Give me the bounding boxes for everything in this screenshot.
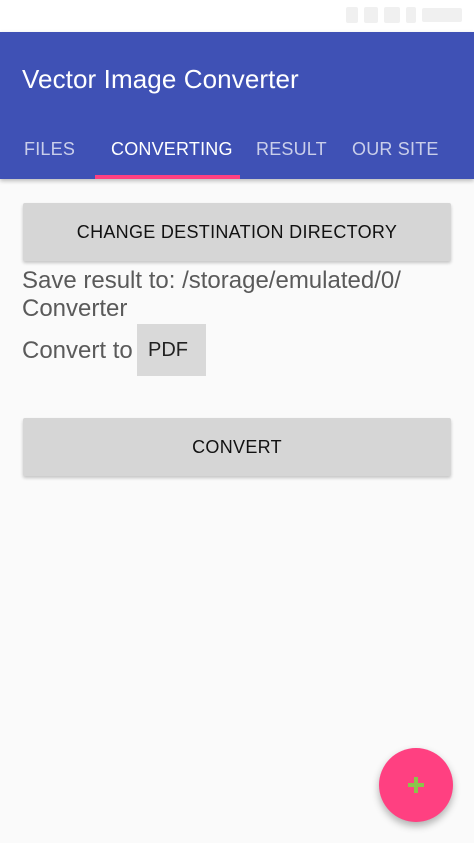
battery-icon: [406, 7, 416, 23]
app-bar: Vector Image Converter FILES CONVERTING …: [0, 32, 474, 179]
tab-result[interactable]: RESULT: [256, 130, 327, 179]
change-destination-directory-button[interactable]: CHANGE DESTINATION DIRECTORY: [23, 203, 451, 261]
clock-icon: [422, 8, 462, 22]
active-tab-indicator: [95, 175, 240, 179]
network-icon: [384, 7, 400, 23]
wifi-icon: [364, 7, 378, 23]
save-result-path-line2: Converter: [22, 295, 128, 322]
tab-bar: FILES CONVERTING RESULT OUR SITE: [0, 130, 474, 179]
tab-files[interactable]: FILES: [24, 130, 75, 179]
save-result-path-line1: Save result to: /storage/emulated/0/: [22, 267, 401, 294]
status-bar: [0, 0, 474, 32]
signal-icon: [346, 7, 358, 23]
plus-icon: [408, 777, 424, 793]
app-title: Vector Image Converter: [22, 64, 299, 94]
status-icons: [346, 7, 462, 23]
tab-our-site[interactable]: OUR SITE: [352, 130, 439, 179]
add-fab-button[interactable]: [379, 748, 453, 822]
convert-button[interactable]: CONVERT: [23, 418, 451, 476]
convert-to-label: Convert to: [22, 337, 133, 364]
output-format-select[interactable]: PDF: [137, 324, 206, 376]
tab-converting[interactable]: CONVERTING: [111, 130, 233, 179]
